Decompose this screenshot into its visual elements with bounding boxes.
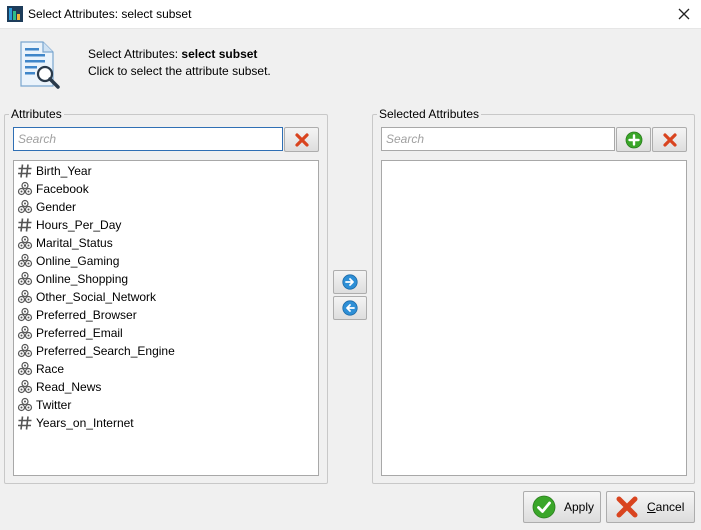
red-x-icon xyxy=(616,496,638,518)
attribute-list-item[interactable]: Preferred_Search_Engine xyxy=(14,342,318,360)
red-x-icon xyxy=(662,132,677,147)
clear-selected-search-button[interactable] xyxy=(652,127,687,152)
attribute-label: Hours_Per_Day xyxy=(36,218,122,232)
cancel-rest: ancel xyxy=(655,500,685,514)
nominal-dots-icon xyxy=(17,307,33,322)
attribute-label: Other_Social_Network xyxy=(36,290,157,304)
green-plus-icon xyxy=(625,131,642,148)
attribute-list-item[interactable]: Other_Social_Network xyxy=(14,288,318,306)
nominal-dots-icon xyxy=(17,289,33,304)
move-right-button[interactable] xyxy=(333,270,367,294)
attributes-list[interactable]: Birth_Year Facebook Gender Hours_Per_Day Mar… xyxy=(13,160,319,476)
attribute-list-item[interactable]: Race xyxy=(14,360,318,378)
nominal-dots-icon xyxy=(17,397,33,412)
arrow-left-icon xyxy=(342,300,358,316)
close-icon[interactable] xyxy=(675,5,693,23)
attribute-label: Facebook xyxy=(36,182,89,196)
window-title: Select Attributes: select subset xyxy=(28,7,192,21)
attribute-label: Preferred_Search_Engine xyxy=(36,344,175,358)
attributes-group-title: Attributes xyxy=(9,107,64,121)
add-attribute-button[interactable] xyxy=(616,127,651,152)
attributes-search-input[interactable] xyxy=(13,127,283,151)
attribute-label: Race xyxy=(36,362,65,376)
app-icon xyxy=(7,6,23,22)
nominal-dots-icon xyxy=(17,199,33,214)
attribute-list-item[interactable]: Years_on_Internet xyxy=(14,414,318,432)
attribute-list-item[interactable]: Preferred_Email xyxy=(14,324,318,342)
attribute-label: Years_on_Internet xyxy=(36,416,134,430)
attribute-list-item[interactable]: Birth_Year xyxy=(14,162,318,180)
attribute-label: Gender xyxy=(36,200,77,214)
attribute-label: Marital_Status xyxy=(36,236,113,250)
attribute-list-item[interactable]: Hours_Per_Day xyxy=(14,216,318,234)
attribute-list-item[interactable]: Read_News xyxy=(14,378,318,396)
nominal-dots-icon xyxy=(17,235,33,250)
apply-button-label: Apply xyxy=(564,500,595,514)
move-left-button[interactable] xyxy=(333,296,367,320)
nominal-dots-icon xyxy=(17,253,33,268)
red-x-icon xyxy=(294,132,309,147)
selected-attributes-group-title: Selected Attributes xyxy=(377,107,482,121)
arrow-right-icon xyxy=(342,274,358,290)
attribute-label: Online_Gaming xyxy=(36,254,120,268)
apply-button[interactable]: Apply xyxy=(523,491,601,523)
hash-icon xyxy=(18,164,32,178)
attribute-label: Read_News xyxy=(36,380,102,394)
header-title: Select Attributes: select subset xyxy=(88,47,257,61)
attribute-list-item[interactable]: Marital_Status xyxy=(14,234,318,252)
cancel-button[interactable]: Cancel xyxy=(606,491,695,523)
attribute-label: Preferred_Email xyxy=(36,326,123,340)
cancel-button-label: Cancel xyxy=(647,500,684,514)
nominal-dots-icon xyxy=(17,379,33,394)
hash-icon xyxy=(18,416,32,430)
green-checkmark-icon xyxy=(532,495,556,519)
header-title-bold: select subset xyxy=(181,47,258,61)
attribute-label: Birth_Year xyxy=(36,164,92,178)
cancel-mnemonic: C xyxy=(647,500,656,514)
header-title-prefix: Select Attributes: xyxy=(88,47,182,61)
attribute-label: Twitter xyxy=(36,398,72,412)
selected-attributes-list[interactable] xyxy=(381,160,687,476)
attribute-list-item[interactable]: Online_Gaming xyxy=(14,252,318,270)
clear-attributes-search-button[interactable] xyxy=(284,127,319,152)
attribute-label: Preferred_Browser xyxy=(36,308,137,322)
attribute-list-item[interactable]: Gender xyxy=(14,198,318,216)
title-bar: Select Attributes: select subset xyxy=(0,0,701,29)
attribute-list-item[interactable]: Twitter xyxy=(14,396,318,414)
attribute-label: Online_Shopping xyxy=(36,272,129,286)
nominal-dots-icon xyxy=(17,181,33,196)
nominal-dots-icon xyxy=(17,325,33,340)
attribute-list-item[interactable]: Online_Shopping xyxy=(14,270,318,288)
attribute-list-item[interactable]: Preferred_Browser xyxy=(14,306,318,324)
selected-search-input[interactable] xyxy=(381,127,615,151)
nominal-dots-icon xyxy=(17,343,33,358)
nominal-dots-icon xyxy=(17,361,33,376)
document-search-icon xyxy=(20,41,60,89)
hash-icon xyxy=(18,218,32,232)
nominal-dots-icon xyxy=(17,271,33,286)
attribute-list-item[interactable]: Facebook xyxy=(14,180,318,198)
header-description: Click to select the attribute subset. xyxy=(88,64,271,78)
